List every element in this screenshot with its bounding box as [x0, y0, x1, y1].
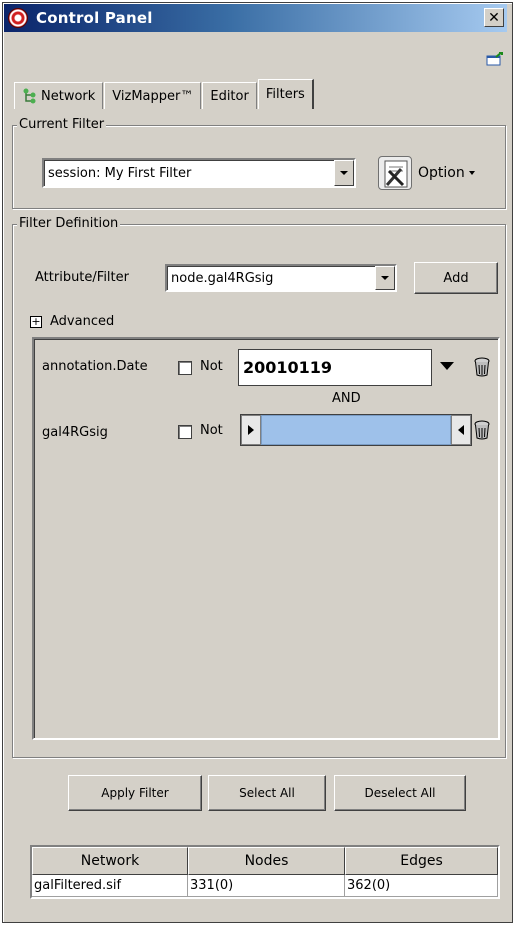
cell-network: galFiltered.sif — [32, 875, 188, 897]
tab-filters-label: Filters — [265, 87, 305, 102]
chevron-down-icon — [340, 171, 348, 175]
current-filter-legend: Current Filter — [17, 117, 107, 133]
deselect-all-button[interactable]: Deselect All — [334, 775, 466, 811]
close-icon: ✕ — [488, 9, 500, 26]
detach-panel-icon[interactable] — [486, 52, 504, 66]
tab-network-label: Network — [41, 88, 96, 104]
column-header-network[interactable]: Network — [32, 847, 188, 875]
tab-network[interactable]: Network — [14, 82, 104, 109]
tab-editor-label: Editor — [210, 88, 249, 104]
cell-edges: 362(0) — [345, 875, 498, 897]
tab-strip: Network VizMapper™ Editor Filters — [14, 79, 315, 109]
current-filter-combobox[interactable]: session: My First Filter — [42, 158, 356, 188]
not-checkbox-annotation-date[interactable] — [178, 361, 192, 375]
network-table: Network Nodes Edges galFiltered.sif 331(… — [30, 845, 500, 899]
triangle-right-icon — [248, 425, 254, 435]
current-filter-value: session: My First Filter — [48, 165, 192, 181]
trash-icon[interactable] — [474, 357, 490, 377]
apply-filter-button[interactable]: Apply Filter — [68, 775, 202, 811]
tab-vizmapper-label: VizMapper™ — [112, 88, 194, 104]
cytoscape-app-icon — [8, 8, 28, 28]
chevron-down-icon — [381, 276, 389, 280]
current-filter-dropdown-button[interactable] — [334, 160, 354, 186]
gal4rgsig-range-slider[interactable] — [240, 414, 472, 446]
tab-filters[interactable]: Filters — [257, 79, 314, 109]
table-header: Network Nodes Edges — [32, 847, 498, 875]
attribute-filter-label: Attribute/Filter — [35, 270, 129, 285]
not-label: Not — [200, 359, 223, 374]
column-header-edges[interactable]: Edges — [345, 847, 498, 875]
trash-icon[interactable] — [474, 420, 490, 440]
option-label: Option — [418, 165, 475, 181]
filter-definition-legend: Filter Definition — [17, 216, 121, 232]
attribute-filter-value: node.gal4RGsig — [171, 270, 274, 286]
triangle-left-icon — [458, 425, 464, 435]
option-menu-button[interactable]: Option — [378, 152, 494, 194]
add-button[interactable]: Add — [414, 262, 498, 294]
tree-network-icon — [23, 88, 36, 104]
filter-name-gal4rgsig: gal4RGsig — [42, 425, 108, 440]
not-checkbox-gal4rgsig[interactable] — [178, 425, 192, 439]
slider-range-track[interactable] — [261, 415, 451, 445]
table-row[interactable]: galFiltered.sif 331(0) 362(0) — [32, 875, 498, 897]
and-operator-label: AND — [332, 391, 361, 406]
column-header-nodes[interactable]: Nodes — [188, 847, 345, 875]
close-button[interactable]: ✕ — [484, 8, 504, 27]
caret-down-icon — [468, 171, 475, 175]
window-title: Control Panel — [36, 9, 153, 27]
filter-list-area — [32, 337, 500, 740]
attribute-filter-combobox[interactable]: node.gal4RGsig — [165, 264, 397, 292]
title-bar[interactable]: Control Panel ✕ — [4, 4, 507, 32]
tab-editor[interactable]: Editor — [202, 82, 257, 109]
filter-name-annotation-date: annotation.Date — [42, 359, 148, 374]
not-label: Not — [200, 423, 223, 438]
chevron-down-icon[interactable] — [440, 362, 454, 370]
advanced-label[interactable]: Advanced — [50, 314, 114, 329]
attribute-filter-dropdown-button[interactable] — [375, 266, 395, 290]
filter-options-icon — [378, 156, 412, 190]
advanced-expand-icon[interactable]: + — [30, 316, 42, 328]
annotation-date-value-field[interactable]: 20010119 — [238, 349, 432, 386]
tab-vizmapper[interactable]: VizMapper™ — [104, 82, 202, 109]
select-all-button[interactable]: Select All — [208, 775, 326, 811]
slider-right-handle[interactable] — [451, 415, 471, 445]
cell-nodes: 331(0) — [188, 875, 345, 897]
slider-left-handle[interactable] — [241, 415, 261, 445]
